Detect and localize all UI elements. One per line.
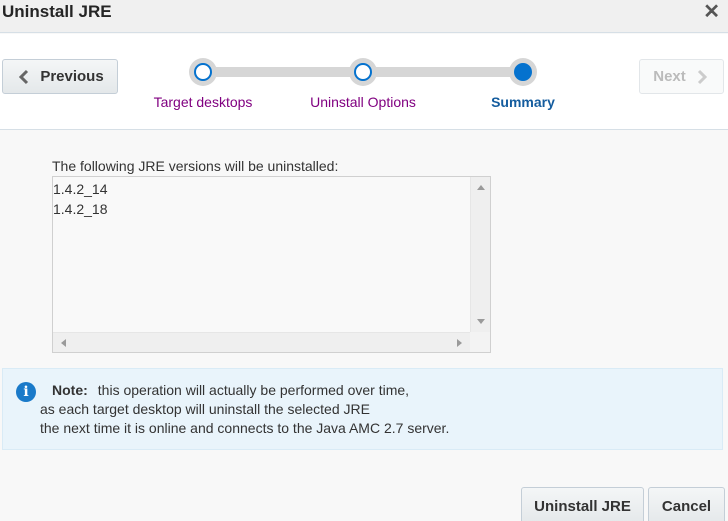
list-item: 1.4.2_14 [53, 181, 108, 197]
note-line: the next time it is online and connects … [40, 420, 450, 436]
scroll-down-icon[interactable] [477, 319, 485, 324]
info-icon: i [16, 382, 36, 402]
next-label: Next [653, 68, 686, 85]
next-button[interactable]: Next [639, 59, 724, 94]
note-text: Note: this operation will actually be per… [40, 381, 449, 438]
list-item: 1.4.2_18 [53, 201, 108, 217]
uninstall-jre-dialog: Uninstall JRE ✕ Previous Target desktops… [0, 0, 728, 521]
scroll-right-icon[interactable] [457, 339, 462, 347]
vertical-scrollbar[interactable] [470, 177, 490, 332]
train-connector [363, 67, 523, 77]
train-stop-summary [509, 58, 537, 86]
dialog-titlebar: Uninstall JRE ✕ [0, 0, 728, 33]
versions-list-label: The following JRE versions will be unins… [52, 158, 339, 174]
close-icon[interactable]: ✕ [703, 2, 720, 22]
previous-label: Previous [40, 68, 104, 85]
train-stop-uninstall-options[interactable] [349, 58, 377, 86]
scrollbar-corner [470, 332, 490, 352]
train-label-uninstall-options[interactable]: Uninstall Options [310, 94, 416, 110]
note-line: as each target desktop will uninstall th… [40, 401, 370, 417]
horizontal-scrollbar[interactable] [53, 332, 470, 352]
train-stop-target-desktops[interactable] [189, 58, 217, 86]
chevron-right-icon [694, 69, 710, 85]
cancel-button[interactable]: Cancel [648, 487, 725, 521]
dialog-title: Uninstall JRE [2, 2, 112, 21]
train-label-summary: Summary [491, 94, 555, 110]
train-navigation: Previous Target desktops Uninstall Optio… [0, 34, 728, 130]
train-label-target-desktops[interactable]: Target desktops [154, 94, 253, 110]
note-label: Note: [52, 382, 88, 398]
note-line: this operation will actually be performe… [97, 382, 410, 398]
previous-button[interactable]: Previous [2, 59, 118, 94]
train-connector [203, 67, 363, 77]
note-box: i Note: this operation will actually be p… [2, 368, 723, 450]
scroll-left-icon[interactable] [61, 339, 66, 347]
chevron-left-icon [16, 69, 32, 85]
scroll-up-icon[interactable] [477, 185, 485, 190]
versions-listbox[interactable]: 1.4.2_14 1.4.2_18 [52, 176, 491, 353]
uninstall-jre-button[interactable]: Uninstall JRE [521, 487, 644, 521]
